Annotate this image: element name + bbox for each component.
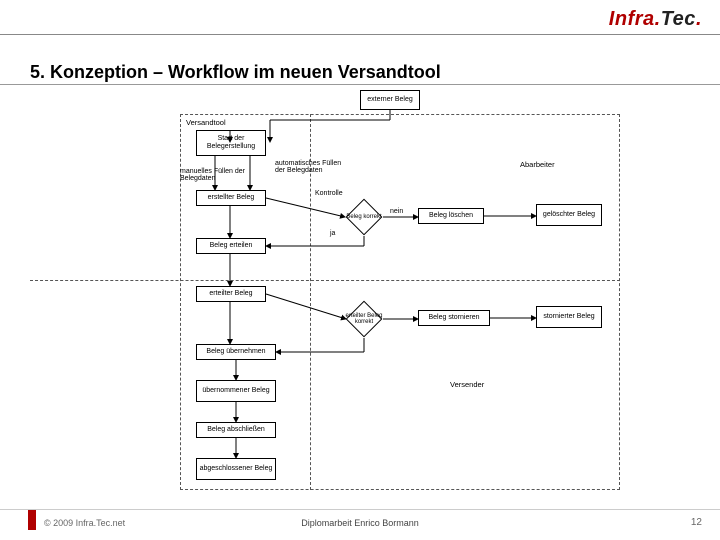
footer-page: 12 (691, 517, 702, 528)
brand-part1: Infra (609, 8, 655, 30)
workflow-diagram: Versandtool Abarbeiter Versender externe… (150, 90, 640, 490)
title-underline (0, 84, 720, 85)
page-title: 5. Konzeption – Workflow im neuen Versan… (30, 62, 441, 83)
footer: © 2009 Infra.Tec.net Diplomarbeit Enrico… (0, 510, 720, 530)
brand-logo: Infra.Tec. (609, 8, 702, 31)
footer-center: Diplomarbeit Enrico Bormann (0, 518, 720, 528)
arrows (150, 90, 640, 490)
slide: Infra.Tec. 5. Konzeption – Workflow im n… (0, 0, 720, 540)
top-divider (0, 34, 720, 35)
brand-part2: Tec (661, 8, 696, 30)
